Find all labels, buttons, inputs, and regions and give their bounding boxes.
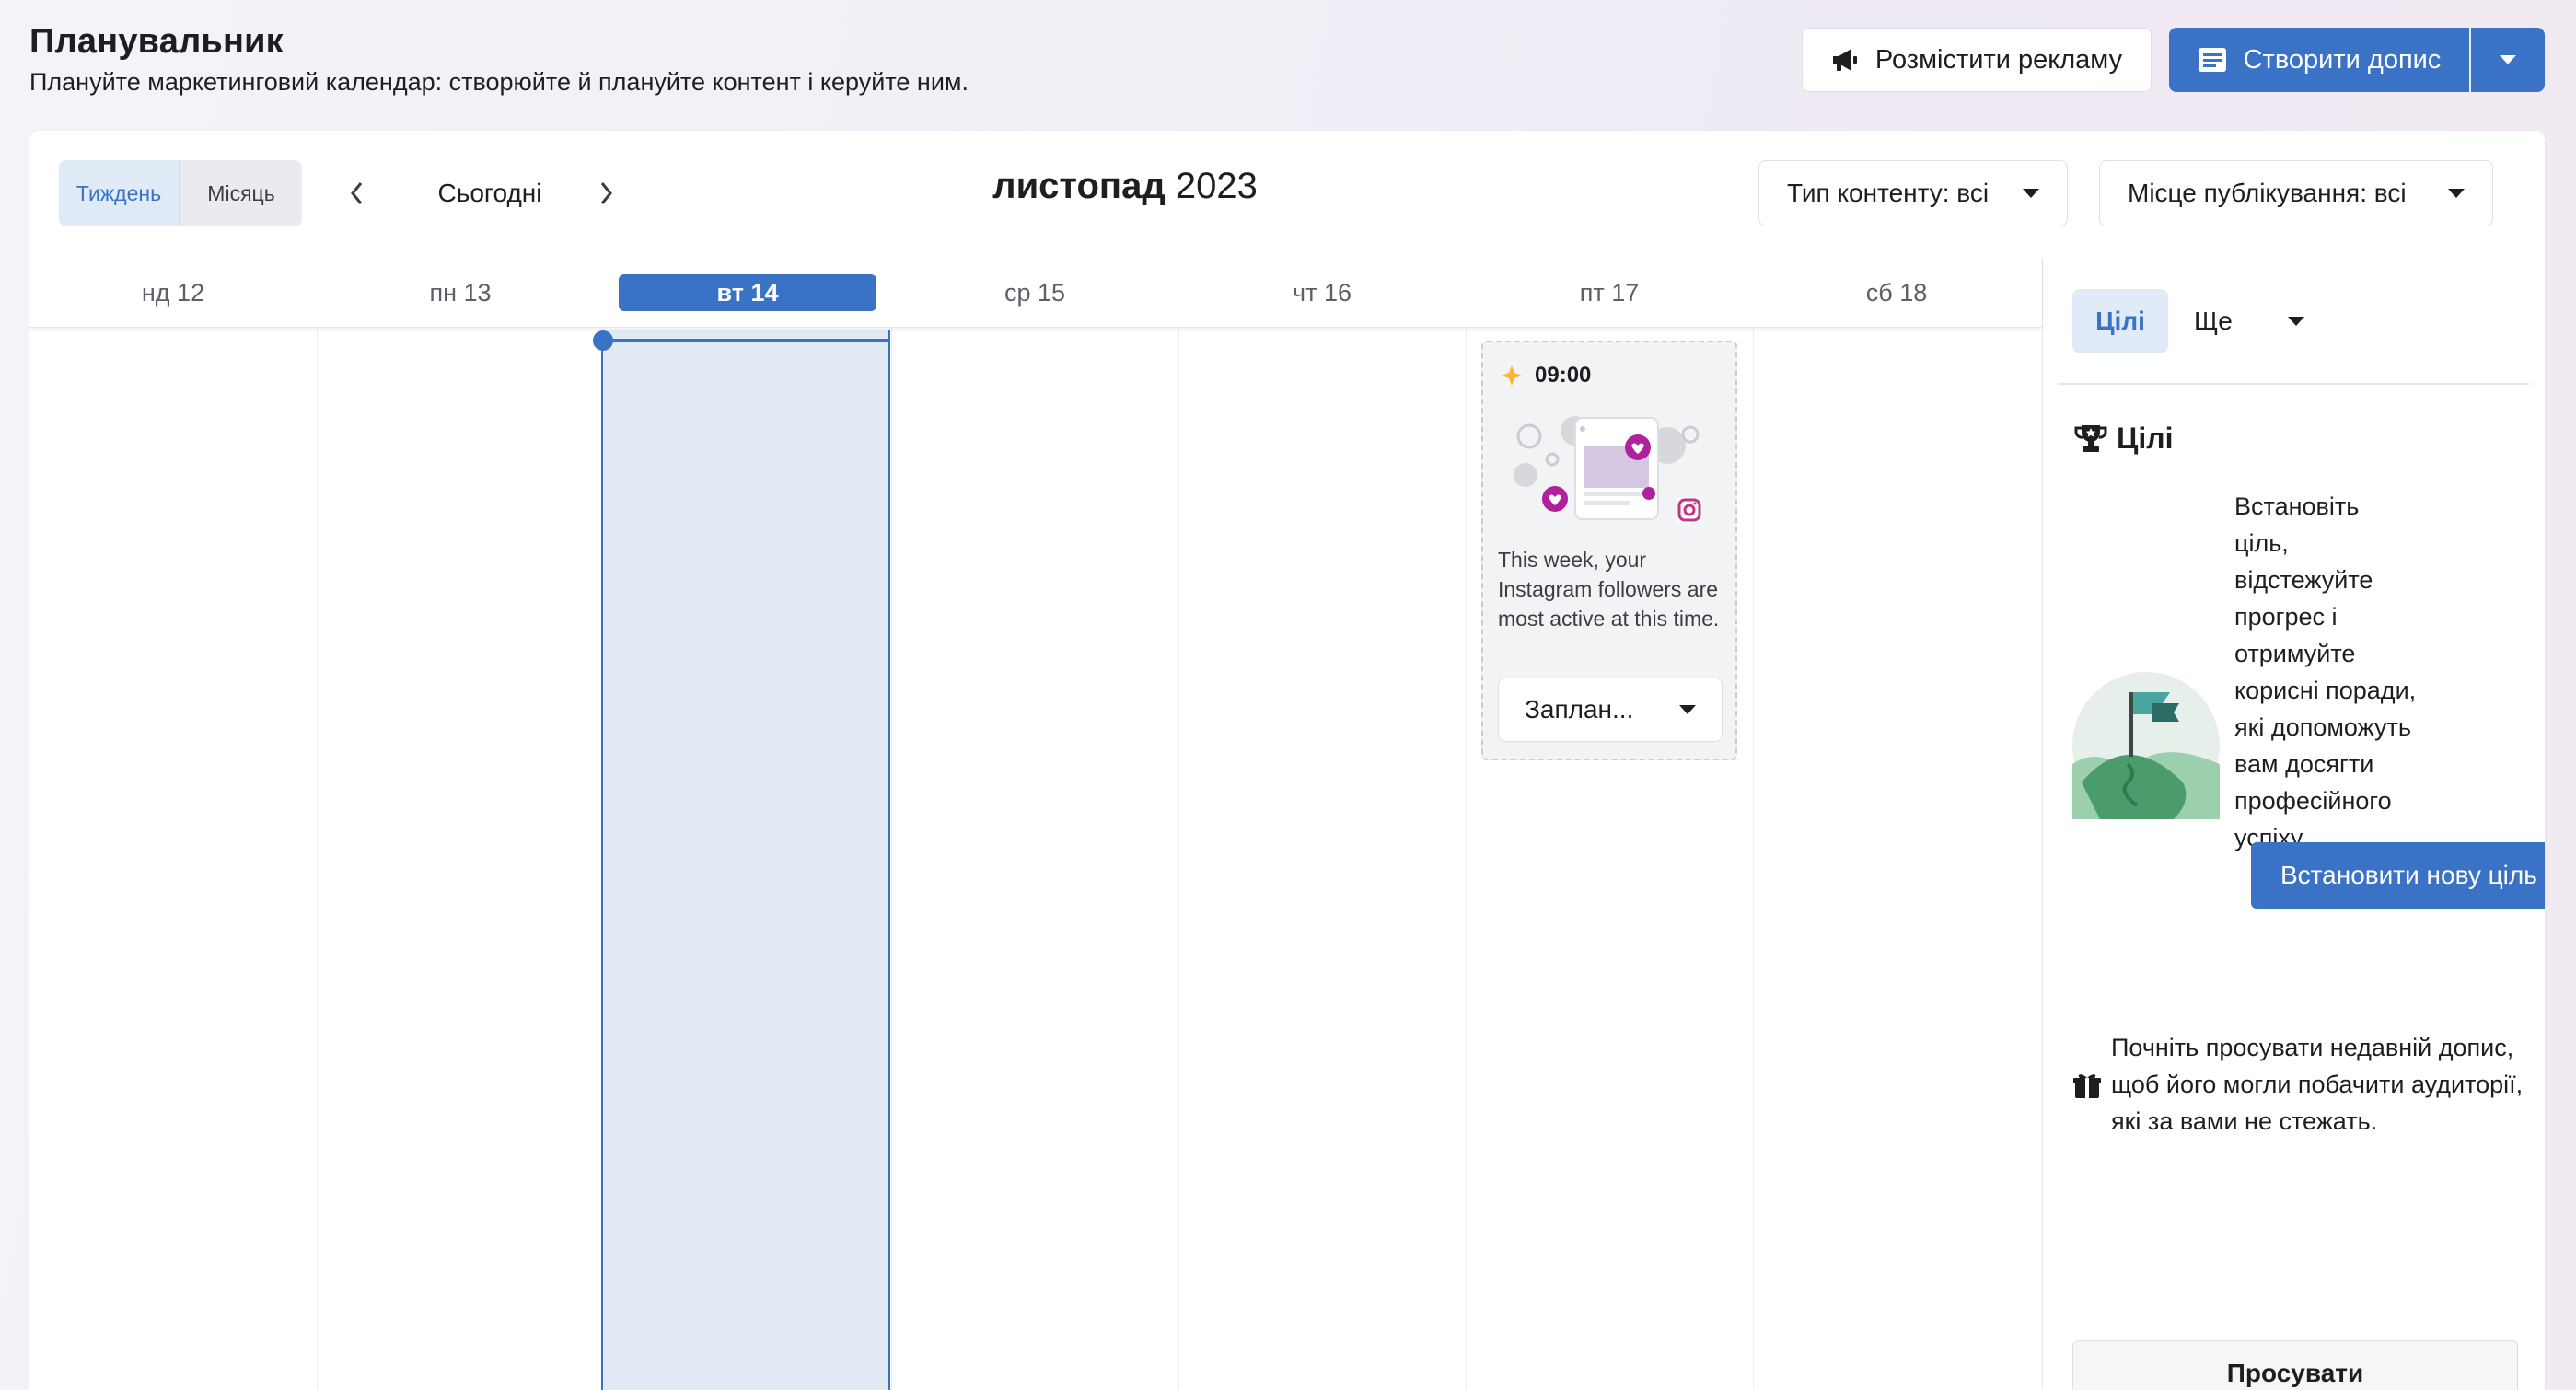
chevron-down-icon bbox=[2023, 189, 2039, 198]
day-header[interactable]: чт 16 bbox=[1178, 258, 1466, 328]
place-ad-label: Розмістити рекламу bbox=[1874, 44, 2123, 75]
column-divider bbox=[1753, 328, 1754, 1390]
post-recommendation-text: This week, your Instagram followers are … bbox=[1498, 548, 1720, 631]
view-switcher: Тиждень Місяць bbox=[59, 160, 302, 226]
goal-flag-illustration bbox=[2072, 672, 2220, 819]
month-year: 2023 bbox=[1175, 166, 1258, 206]
gift-icon bbox=[2072, 1033, 2102, 1140]
goals-description: Встановіть ціль, відстежуйте прогрес і о… bbox=[2234, 492, 2417, 851]
divider bbox=[2058, 383, 2529, 385]
day-header[interactable]: нд 12 bbox=[29, 258, 317, 328]
day-header-row: нд 12 пн 13 вт 14 ср 15 чт 16 пт 17 сб 1… bbox=[29, 258, 2042, 328]
recommended-post-slot[interactable]: 09:00 This week, your Instagram follower… bbox=[1481, 341, 1737, 760]
week-calendar: нд 12 пн 13 вт 14 ср 15 чт 16 пт 17 сб 1… bbox=[29, 258, 2042, 1390]
previous-week-button[interactable] bbox=[331, 168, 383, 219]
tab-goals[interactable]: Цілі bbox=[2072, 289, 2168, 353]
post-time-label: 09:00 bbox=[1535, 363, 1592, 388]
placement-filter[interactable]: Місце публікування: всі bbox=[2099, 160, 2493, 226]
content-type-label: Тип контенту: всі bbox=[1787, 179, 1990, 207]
planner-card: Тиждень Місяць Сьогодні листопад 2023 Ти… bbox=[29, 131, 2545, 1390]
promote-button[interactable]: Просувати bbox=[2072, 1340, 2518, 1390]
schedule-label: Заплан... bbox=[1525, 695, 1634, 724]
day-label: пт 17 bbox=[1579, 278, 1640, 307]
schedule-dropdown[interactable]: Заплан... bbox=[1498, 678, 1723, 742]
instagram-illustration bbox=[1511, 409, 1713, 528]
chevron-down-icon bbox=[2500, 55, 2516, 64]
view-month-button[interactable]: Місяць bbox=[180, 160, 302, 226]
tab-more[interactable]: Ще bbox=[2194, 289, 2304, 353]
promote-description: Почніть просувати недавній допис, щоб йо… bbox=[2111, 1034, 2524, 1135]
day-label: пн 13 bbox=[429, 278, 492, 307]
tab-more-label: Ще bbox=[2194, 307, 2233, 335]
megaphone-icon bbox=[1831, 47, 1861, 73]
column-divider bbox=[1466, 328, 1467, 1390]
current-month: листопад 2023 bbox=[895, 166, 1355, 207]
page-title: Планувальник bbox=[29, 22, 284, 61]
current-time-line bbox=[601, 339, 890, 342]
day-header[interactable]: сб 18 bbox=[1753, 258, 2040, 328]
day-header[interactable]: ср 15 bbox=[891, 258, 1178, 328]
column-divider bbox=[317, 328, 318, 1390]
today-column[interactable] bbox=[601, 330, 890, 1390]
create-post-dropdown[interactable] bbox=[2471, 28, 2545, 92]
goals-title: Цілі bbox=[2117, 421, 2174, 455]
day-label: чт 16 bbox=[1293, 278, 1352, 307]
day-label: сб 18 bbox=[1865, 278, 1928, 307]
placement-label: Місце публікування: всі bbox=[2128, 179, 2407, 207]
chevron-left-icon bbox=[351, 182, 363, 204]
column-divider bbox=[891, 328, 892, 1390]
chevron-down-icon bbox=[1679, 705, 1696, 714]
post-icon bbox=[2198, 47, 2227, 73]
day-header-today[interactable]: вт 14 bbox=[604, 258, 891, 328]
column-divider bbox=[1178, 328, 1179, 1390]
set-new-goal-button[interactable]: Встановити нову ціль bbox=[2251, 842, 2545, 909]
content-type-filter[interactable]: Тип контенту: всі bbox=[1758, 160, 2068, 226]
sparkle-icon bbox=[1500, 364, 1524, 388]
day-label: нд 12 bbox=[141, 278, 205, 307]
chevron-down-icon bbox=[2448, 189, 2465, 198]
promote-section: Почніть просувати недавній допис, щоб йо… bbox=[2072, 1029, 2535, 1140]
day-header[interactable]: пн 13 bbox=[317, 258, 604, 328]
today-button[interactable]: Сьогодні bbox=[407, 168, 573, 219]
create-post-button[interactable]: Створити допис bbox=[2169, 28, 2469, 92]
chevron-right-icon bbox=[600, 182, 612, 204]
day-label: вт 14 bbox=[619, 274, 876, 311]
place-ad-button[interactable]: Розмістити рекламу bbox=[1802, 28, 2152, 92]
view-week-button[interactable]: Тиждень bbox=[59, 160, 180, 226]
trophy-icon bbox=[2072, 420, 2109, 457]
page-subtitle: Плануйте маркетинговий календар: створюй… bbox=[29, 68, 969, 96]
current-time-dot bbox=[593, 330, 613, 351]
post-time: 09:00 bbox=[1500, 363, 1591, 388]
side-panel: Цілі Ще Цілі Встановіть ціль, відстежуйт bbox=[2042, 258, 2545, 1390]
create-post-label: Створити допис bbox=[2243, 44, 2442, 75]
day-header[interactable]: пт 17 bbox=[1466, 258, 1753, 328]
goals-heading: Цілі bbox=[2072, 420, 2173, 457]
day-label: ср 15 bbox=[1004, 278, 1066, 307]
next-week-button[interactable] bbox=[580, 168, 632, 219]
month-name: листопад bbox=[992, 166, 1166, 206]
chevron-down-icon bbox=[2288, 317, 2304, 326]
